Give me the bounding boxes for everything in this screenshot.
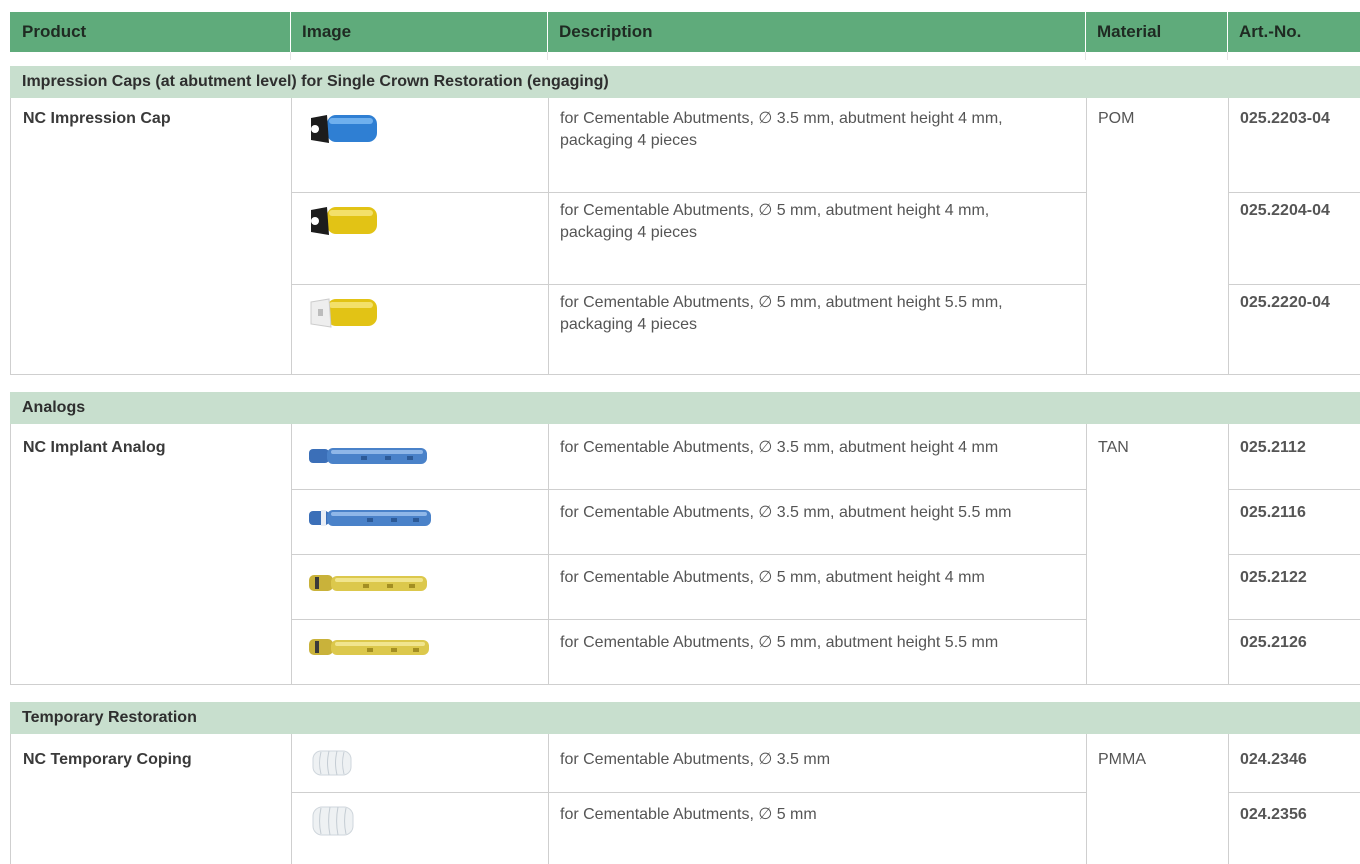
gold-implant-analog-icon [309,575,427,591]
row-divider [1228,192,1360,193]
material-value: PMMA [1098,751,1146,768]
article-number: 025.2203-04 [1240,110,1330,127]
article-number: 024.2356 [1240,806,1307,823]
description: for Cementable Abutments, ∅ 3.5 mm [560,751,831,768]
description: for Cementable Abutments, ∅ 3.5 mm, abut… [560,439,999,456]
product-name: NC Impression Cap [23,110,171,127]
header-divider [1227,12,1228,52]
material-value: POM [1098,110,1135,127]
header-divider [1085,12,1086,52]
col-divider [1086,98,1087,374]
row-divider [1228,554,1360,555]
section-header-impression-caps: Impression Caps (at abutment level) for … [10,66,1360,98]
section-header-temporary-restoration: Temporary Restoration [10,702,1360,734]
section-title: Temporary Restoration [22,709,197,726]
col-divider [291,734,292,864]
blue-impression-cap-icon [311,115,377,143]
col-divider [1086,734,1087,864]
col-divider [548,98,549,374]
description: for Cementable Abutments, ∅ 5 mm [560,806,817,823]
header-divider [547,12,548,52]
product-name: NC Implant Analog [23,439,166,456]
col-divider [291,98,292,374]
article-number: 025.2220-04 [1240,294,1330,311]
description: for Cementable Abutments, ∅ 5 mm, abutme… [560,202,990,241]
section-body-analogs: NC Implant Analog TAN for Cementable Abu… [10,424,1360,685]
row-divider [291,284,1086,285]
material-value: TAN [1098,439,1129,456]
table-header: Product Image Description Material Art.-… [10,12,1360,52]
col-divider [1086,424,1087,684]
row-divider [291,192,1086,193]
article-number: 025.2122 [1240,569,1307,586]
row-divider [291,619,1086,620]
description: for Cementable Abutments, ∅ 5 mm, abutme… [560,569,985,586]
product-name: NC Temporary Coping [23,751,192,768]
article-number: 025.2112 [1240,439,1306,456]
yellow-impression-cap-icon [311,207,377,235]
section-body-temporary-restoration: NC Temporary Coping PMMA for Cementable … [10,734,1360,864]
col-divider [1228,734,1229,864]
clear-temporary-coping-icon [312,750,352,776]
section-title: Impression Caps (at abutment level) for … [22,73,609,90]
section-title: Analogs [22,399,86,416]
col-material-header: Material [1097,22,1162,41]
header-divider [290,12,291,52]
article-number: 025.2116 [1240,504,1306,521]
article-number: 025.2204-04 [1240,202,1330,219]
col-description-header: Description [559,22,653,41]
col-image-header: Image [302,22,352,41]
col-divider [1228,98,1229,374]
row-divider [291,792,1086,793]
clear-temporary-coping-wide-icon [312,806,354,836]
col-product-header: Product [22,22,87,41]
article-number: 024.2346 [1240,751,1307,768]
row-divider [1228,619,1360,620]
row-divider [1228,792,1360,793]
blue-implant-analog-icon [309,448,427,464]
description: for Cementable Abutments, ∅ 3.5 mm, abut… [560,504,1012,521]
description: for Cementable Abutments, ∅ 3.5 mm, abut… [560,110,1003,149]
row-divider [1228,284,1360,285]
col-artno-header: Art.-No. [1239,22,1302,41]
gap-line [290,52,291,60]
col-divider [548,734,549,864]
description: for Cementable Abutments, ∅ 5 mm, abutme… [560,294,1003,333]
gap-line [547,52,548,60]
row-divider [291,489,1086,490]
article-number: 025.2126 [1240,634,1307,651]
gold-implant-analog-long-icon [309,639,429,655]
section-body-impression-caps: NC Impression Cap POM for Cementable Abu… [10,98,1360,375]
row-divider [1228,489,1360,490]
yellow-white-impression-cap-icon [310,298,377,328]
blue-implant-analog-long-icon [309,510,431,526]
description: for Cementable Abutments, ∅ 5 mm, abutme… [560,634,999,651]
section-header-analogs: Analogs [10,392,1360,424]
gap-line [1085,52,1086,60]
row-divider [291,554,1086,555]
gap-line [1227,52,1228,60]
